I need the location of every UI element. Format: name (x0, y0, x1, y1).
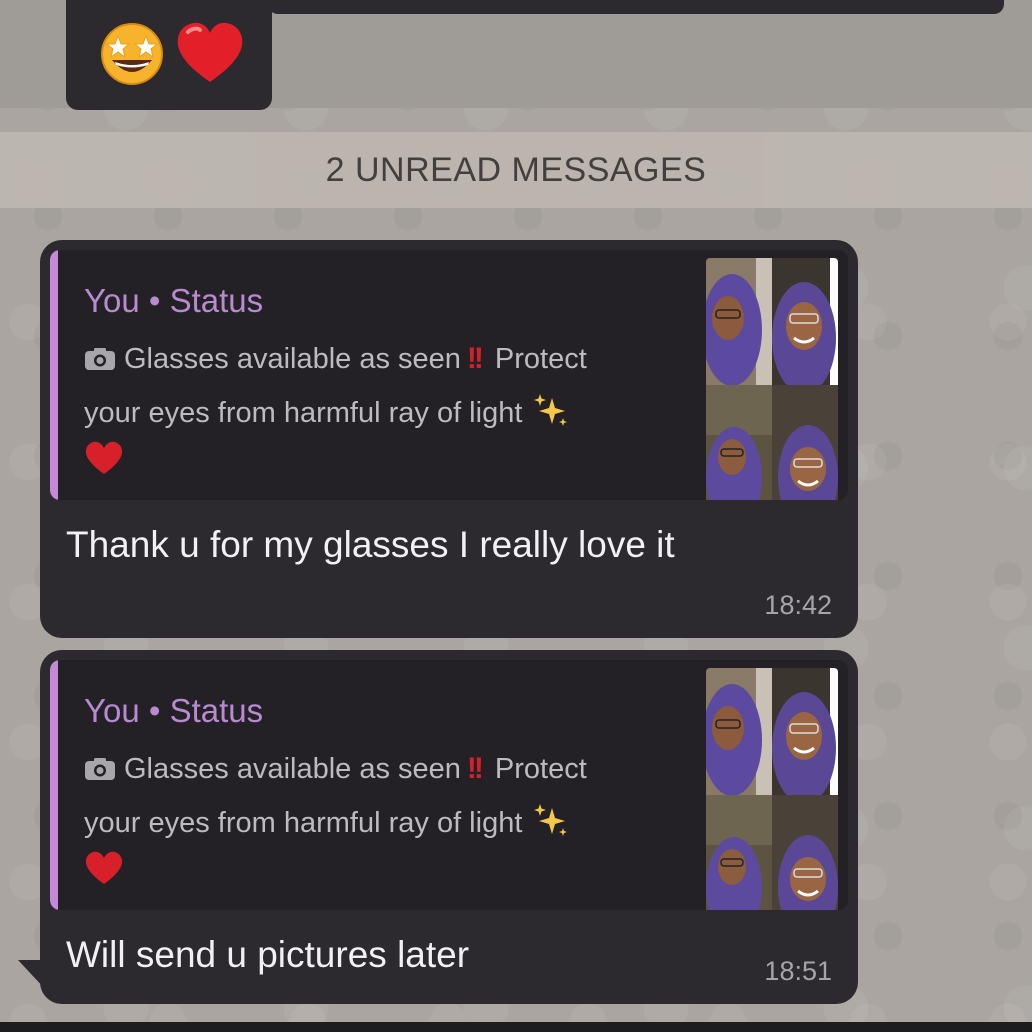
message-text: Will send u pictures later (66, 934, 470, 975)
quote-author: You • Status (84, 282, 264, 319)
message-timestamp: 18:51 (764, 956, 832, 986)
message-text: Thank u for my glasses I really love it (66, 524, 675, 565)
camera-icon (85, 758, 115, 780)
red-heart-emoji-icon (174, 20, 246, 86)
status-photo-thumbnail (772, 795, 838, 910)
star-struck-emoji-icon (96, 18, 168, 86)
camera-icon (85, 348, 115, 370)
red-heart-icon (85, 851, 123, 884)
status-photo-thumbnail (706, 668, 772, 795)
quote-accent-bar (50, 250, 58, 500)
quote-text-continued: Protect (494, 343, 587, 375)
bottom-edge-bar (0, 1022, 1032, 1032)
sparkles-icon (534, 394, 568, 426)
status-thumbnail-grid[interactable] (706, 258, 838, 500)
quote-accent-bar (50, 660, 58, 910)
unread-messages-label: 2 UNREAD MESSAGES (325, 150, 707, 189)
quote-text: Glasses available as seen (124, 343, 461, 375)
message-timestamp: 18:42 (764, 590, 832, 620)
quote-text-line-3 (84, 440, 124, 484)
double-exclamation-icon: !! (466, 752, 484, 785)
quote-text-line-1: Glasses available as seen!! Protect (84, 752, 587, 786)
status-photo-thumbnail (772, 668, 838, 795)
message-bubble[interactable]: You • Status Glasses available as seen!!… (40, 650, 858, 1004)
status-reply-quote[interactable]: You • Status Glasses available as seen!!… (50, 660, 848, 910)
message-bubble[interactable]: You • Status Glasses available as seen!!… (40, 240, 858, 638)
quote-author: You • Status (84, 692, 264, 729)
status-photo-thumbnail (706, 385, 772, 500)
status-photo-thumbnail (772, 258, 838, 385)
quote-text: your eyes from harmful ray of light (84, 807, 523, 839)
chat-view: 2 UNREAD MESSAGES You • Status Glasses a… (0, 0, 1032, 1032)
quote-text-line-2: your eyes from harmful ray of light (84, 802, 570, 840)
message-bubble-tail (18, 960, 46, 990)
quote-text: your eyes from harmful ray of light (84, 397, 523, 429)
sparkles-icon (534, 804, 568, 836)
quote-text-line-1: Glasses available as seen!! Protect (84, 342, 587, 376)
quote-text: Glasses available as seen (124, 753, 461, 785)
quote-text-line-3 (84, 850, 124, 894)
double-exclamation-icon: !! (466, 342, 484, 375)
status-photo-thumbnail (772, 385, 838, 500)
status-reply-quote[interactable]: You • Status Glasses available as seen!!… (50, 250, 848, 500)
status-photo-thumbnail (706, 258, 772, 385)
red-heart-icon (85, 441, 123, 474)
unread-messages-banner: 2 UNREAD MESSAGES (0, 132, 1032, 208)
quote-text-continued: Protect (494, 753, 587, 785)
status-thumbnail-grid[interactable] (706, 668, 838, 910)
previous-message-bubble-edge (268, 0, 1004, 14)
quote-text-line-2: your eyes from harmful ray of light (84, 392, 570, 430)
status-photo-thumbnail (706, 795, 772, 910)
